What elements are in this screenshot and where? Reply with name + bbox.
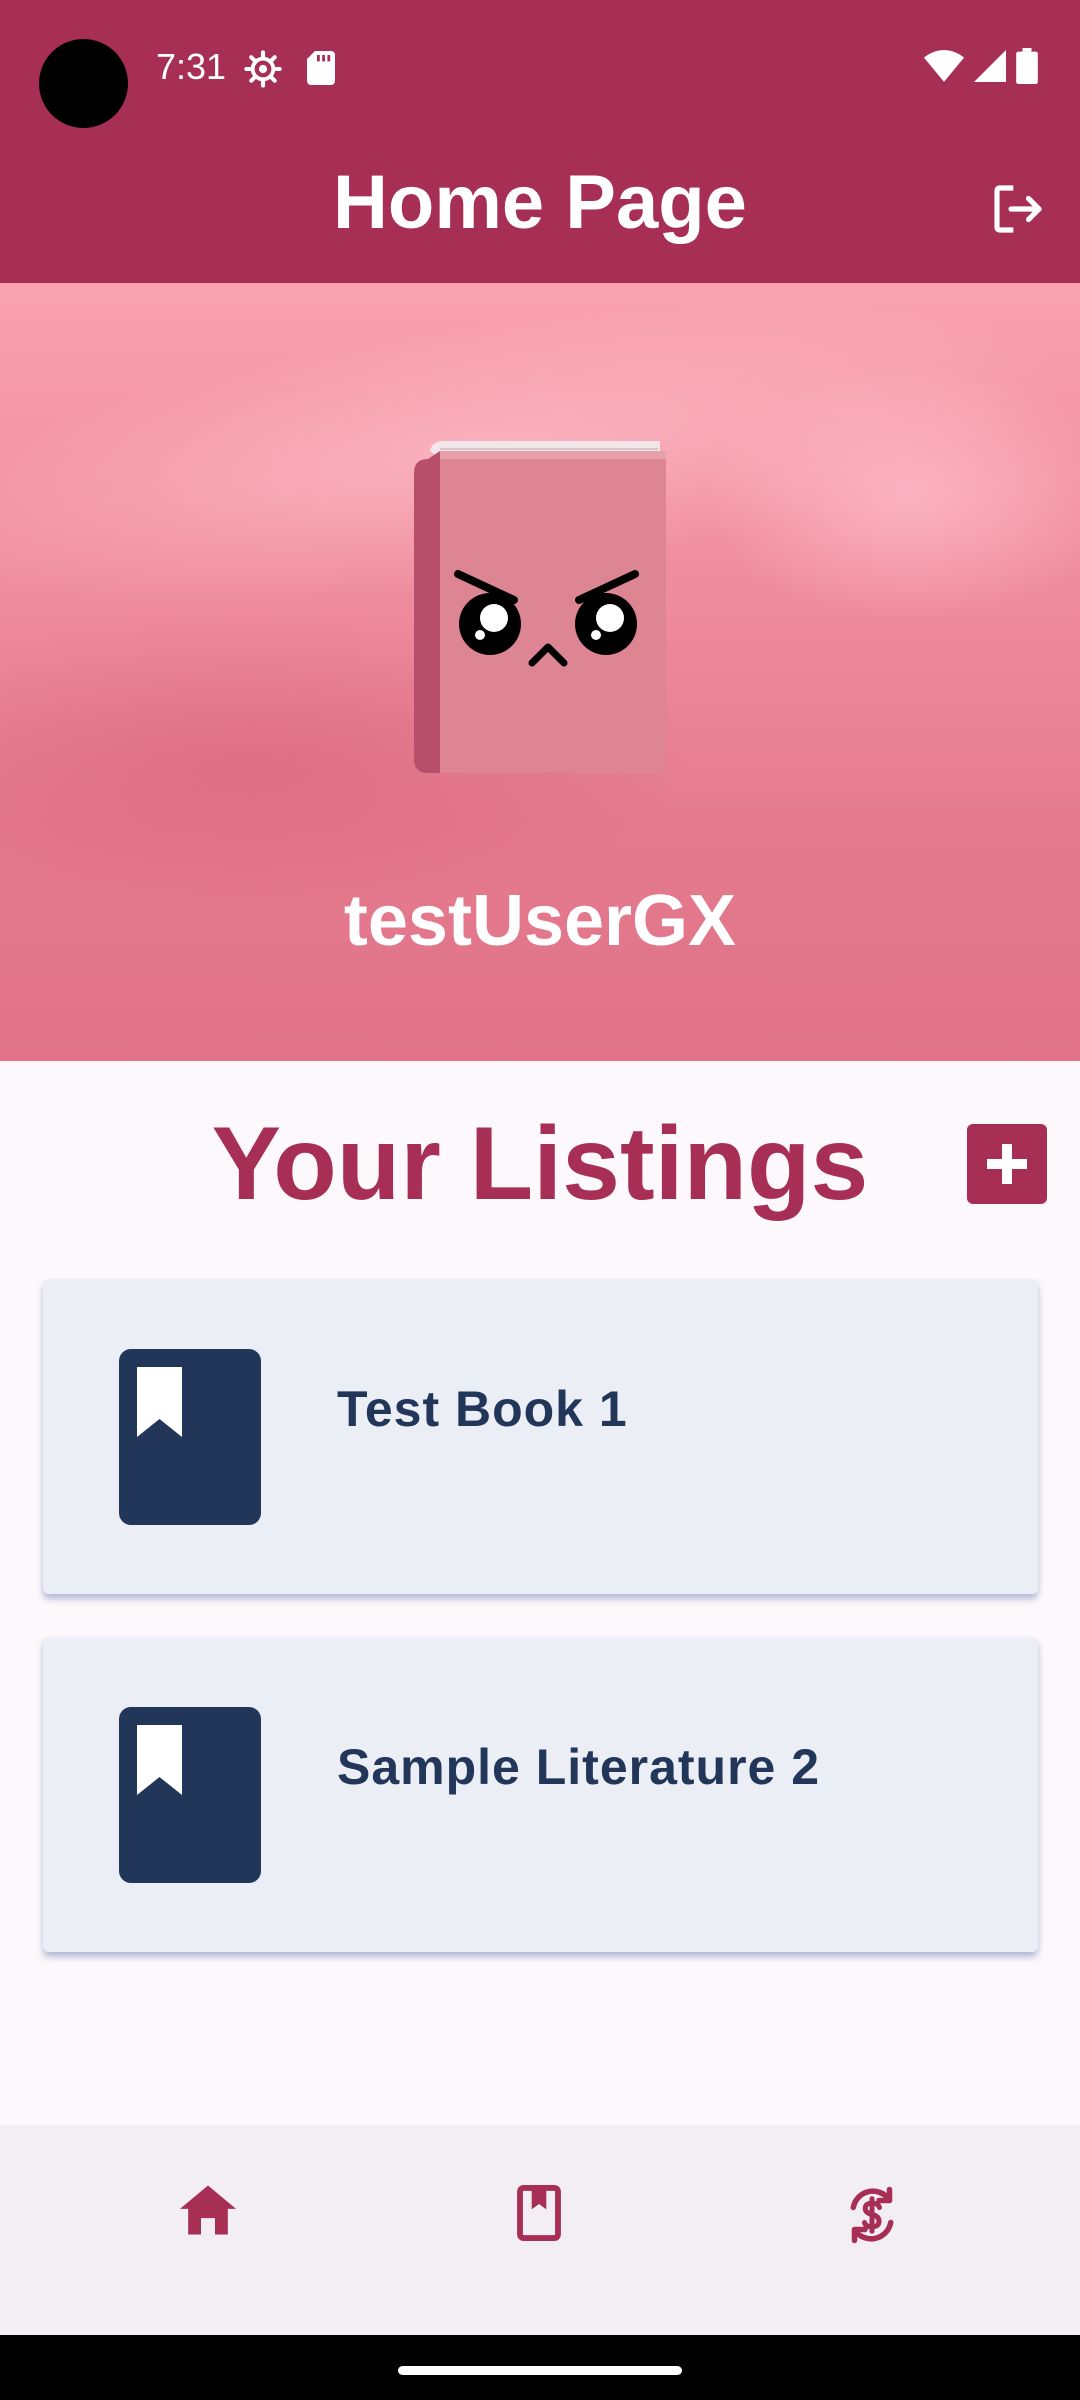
battery-icon bbox=[1016, 48, 1038, 84]
listings-heading: Your Listings bbox=[211, 1106, 869, 1222]
nav-books[interactable] bbox=[479, 2185, 599, 2305]
page-title: Home Page bbox=[333, 160, 747, 245]
status-indicators bbox=[924, 48, 1038, 84]
logout-icon[interactable] bbox=[990, 181, 1046, 237]
listing-card[interactable]: Test Book 1 bbox=[43, 1279, 1038, 1594]
sd-card-icon bbox=[307, 51, 335, 85]
top-app-bar: 7:31 Home Page bbox=[0, 0, 1080, 283]
nav-exchange[interactable] bbox=[812, 2185, 932, 2305]
currency-exchange-icon bbox=[850, 2186, 894, 2244]
status-time: 7:31 bbox=[156, 46, 227, 87]
cell-signal-icon bbox=[974, 50, 1006, 82]
camera-cutout bbox=[39, 39, 128, 128]
nav-home[interactable] bbox=[148, 2185, 268, 2305]
home-icon bbox=[180, 2185, 236, 2235]
add-listing-button[interactable] bbox=[967, 1124, 1047, 1204]
bookmark-book-icon bbox=[119, 1349, 261, 1525]
listing-title: Sample Literature 2 bbox=[337, 1739, 821, 1795]
settings-status-icon bbox=[244, 50, 282, 88]
book-icon bbox=[517, 2185, 561, 2241]
listing-card[interactable]: Sample Literature 2 bbox=[43, 1637, 1038, 1952]
bottom-navigation bbox=[0, 2125, 1080, 2335]
angry-book-mascot bbox=[414, 441, 666, 773]
bookmark-book-icon bbox=[119, 1707, 261, 1883]
gesture-handle[interactable] bbox=[398, 2366, 682, 2375]
wifi-icon bbox=[924, 50, 964, 82]
username: testUserGX bbox=[343, 881, 737, 961]
listing-title: Test Book 1 bbox=[337, 1381, 628, 1437]
plus-icon bbox=[987, 1144, 1027, 1184]
